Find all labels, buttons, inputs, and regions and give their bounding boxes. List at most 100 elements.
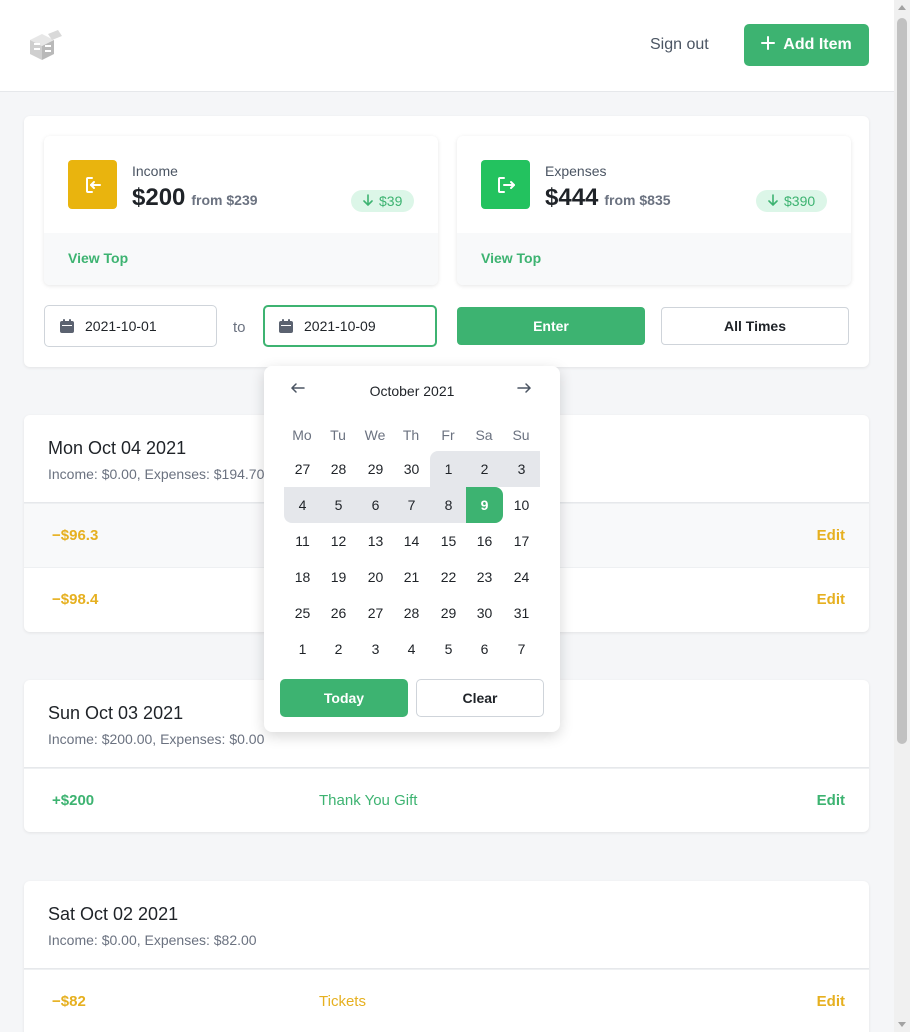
expenses-view-top-link[interactable]: View Top: [481, 250, 541, 266]
calendar-day[interactable]: 27: [284, 451, 321, 487]
calendar-day[interactable]: 5: [430, 631, 467, 667]
arrow-down-icon: [768, 193, 778, 209]
sign-out-link[interactable]: Sign out: [650, 36, 709, 54]
to-label: to: [233, 319, 246, 336]
calendar-day[interactable]: 17: [503, 523, 540, 559]
calendar-day[interactable]: 12: [320, 523, 357, 559]
edit-button[interactable]: Edit: [817, 792, 845, 809]
edit-button[interactable]: Edit: [817, 993, 845, 1010]
income-label: Income: [132, 163, 178, 179]
calendar-day[interactable]: 30: [466, 595, 503, 631]
date-picker-popup: October 2021 Mo Tu We Th Fr Sa Su 27 28 29 30 1 2 3 4…: [264, 366, 560, 732]
calendar-day[interactable]: 26: [320, 595, 357, 631]
calendar-day[interactable]: 14: [393, 523, 430, 559]
weekday-label: Tu: [330, 427, 346, 443]
scroll-down-icon[interactable]: [898, 1022, 906, 1027]
calendar-day[interactable]: 25: [284, 595, 321, 631]
transaction-note: Thank You Gift: [319, 792, 418, 809]
summary-panel: Income $200 from $239 $39 View Top Expens…: [24, 116, 869, 367]
next-month-icon[interactable]: [516, 380, 532, 401]
sign-in-icon: [68, 160, 117, 209]
day-title: Mon Oct 04 2021: [48, 438, 187, 458]
calendar-day[interactable]: 15: [430, 523, 467, 559]
calendar-day[interactable]: 19: [320, 559, 357, 595]
clear-button[interactable]: Clear: [416, 679, 544, 717]
income-footer: View Top: [44, 233, 438, 285]
app-logo-icon[interactable]: [26, 28, 64, 64]
end-date-input[interactable]: 2021-10-09: [263, 305, 437, 347]
calendar-day[interactable]: 6: [466, 631, 503, 667]
calendar-day[interactable]: 1: [284, 631, 321, 667]
expenses-change-value: $390: [784, 193, 816, 209]
calendar-day[interactable]: 5: [320, 487, 357, 523]
income-amount: $200 from $239: [132, 184, 258, 212]
day-title: Sat Oct 02 2021: [48, 904, 179, 924]
weekday-label: We: [364, 427, 386, 443]
calendar-day[interactable]: 29: [357, 451, 394, 487]
calendar-day-selected[interactable]: 9: [466, 487, 503, 523]
calendar-day[interactable]: 22: [430, 559, 467, 595]
calendar-day[interactable]: 30: [393, 451, 430, 487]
expenses-card: Expenses $444 from $835 $390 View Top: [457, 136, 851, 285]
calendar-day[interactable]: 1: [430, 451, 467, 487]
calendar-day[interactable]: 21: [393, 559, 430, 595]
calendar-day[interactable]: 23: [466, 559, 503, 595]
start-date-input[interactable]: 2021-10-01: [44, 305, 217, 347]
calendar-day[interactable]: 11: [284, 523, 321, 559]
income-value: $200: [132, 184, 186, 211]
calendar-day[interactable]: 2: [320, 631, 357, 667]
calendar-icon: [278, 318, 294, 337]
end-date-value: 2021-10-09: [304, 318, 376, 334]
calendar-day[interactable]: 20: [357, 559, 394, 595]
calendar-day[interactable]: 3: [357, 631, 394, 667]
expenses-label: Expenses: [545, 163, 607, 179]
day-header: Sat Oct 02 2021 Income: $0.00, Expenses:…: [24, 881, 869, 969]
calendar-day[interactable]: 2: [466, 451, 503, 487]
weekday-label: Su: [512, 427, 530, 443]
calendar-day[interactable]: 28: [393, 595, 430, 631]
today-button[interactable]: Today: [280, 679, 408, 717]
day-title: Sun Oct 03 2021: [48, 703, 184, 723]
calendar-day[interactable]: 8: [430, 487, 467, 523]
weekday-label: Mo: [292, 427, 312, 443]
calendar-day[interactable]: 10: [503, 487, 540, 523]
weekday-label: Sa: [475, 427, 493, 443]
calendar-day[interactable]: 18: [284, 559, 321, 595]
weekday-label: Th: [402, 427, 420, 443]
enter-button[interactable]: Enter: [457, 307, 645, 345]
income-from: from $239: [191, 192, 258, 208]
calendar-day[interactable]: 7: [393, 487, 430, 523]
edit-button[interactable]: Edit: [817, 591, 845, 608]
calendar-day[interactable]: 16: [466, 523, 503, 559]
day-summary: Income: $0.00, Expenses: $82.00: [48, 932, 257, 948]
arrow-down-icon: [363, 193, 373, 209]
expenses-footer: View Top: [457, 233, 851, 285]
calendar-day[interactable]: 29: [430, 595, 467, 631]
calendar-day[interactable]: 6: [357, 487, 394, 523]
calendar-day[interactable]: 4: [393, 631, 430, 667]
calendar-day[interactable]: 4: [284, 487, 321, 523]
calendar-day[interactable]: 7: [503, 631, 540, 667]
calendar-day[interactable]: 24: [503, 559, 540, 595]
transaction-amount: +$200: [52, 792, 95, 809]
scroll-up-icon[interactable]: [898, 5, 906, 10]
day-summary: Income: $0.00, Expenses: $194.70: [48, 466, 265, 482]
calendar-day[interactable]: 13: [357, 523, 394, 559]
day-summary: Income: $200.00, Expenses: $0.00: [48, 731, 265, 747]
scrollbar[interactable]: [894, 0, 910, 1032]
income-card: Income $200 from $239 $39 View Top: [44, 136, 438, 285]
all-times-button[interactable]: All Times: [661, 307, 849, 345]
transaction-row: +$200 Thank You Gift Edit: [24, 768, 869, 832]
calendar-day[interactable]: 31: [503, 595, 540, 631]
weekday-label: Fr: [441, 427, 455, 443]
income-view-top-link[interactable]: View Top: [68, 250, 128, 266]
expenses-amount: $444 from $835: [545, 184, 671, 212]
calendar-day[interactable]: 28: [320, 451, 357, 487]
scrollbar-thumb[interactable]: [897, 18, 907, 744]
calendar-day[interactable]: 3: [503, 451, 540, 487]
add-item-button[interactable]: Add Item: [744, 24, 869, 66]
calendar-day[interactable]: 27: [357, 595, 394, 631]
expenses-value: $444: [545, 184, 599, 211]
calendar-icon: [59, 318, 75, 337]
edit-button[interactable]: Edit: [817, 527, 845, 544]
